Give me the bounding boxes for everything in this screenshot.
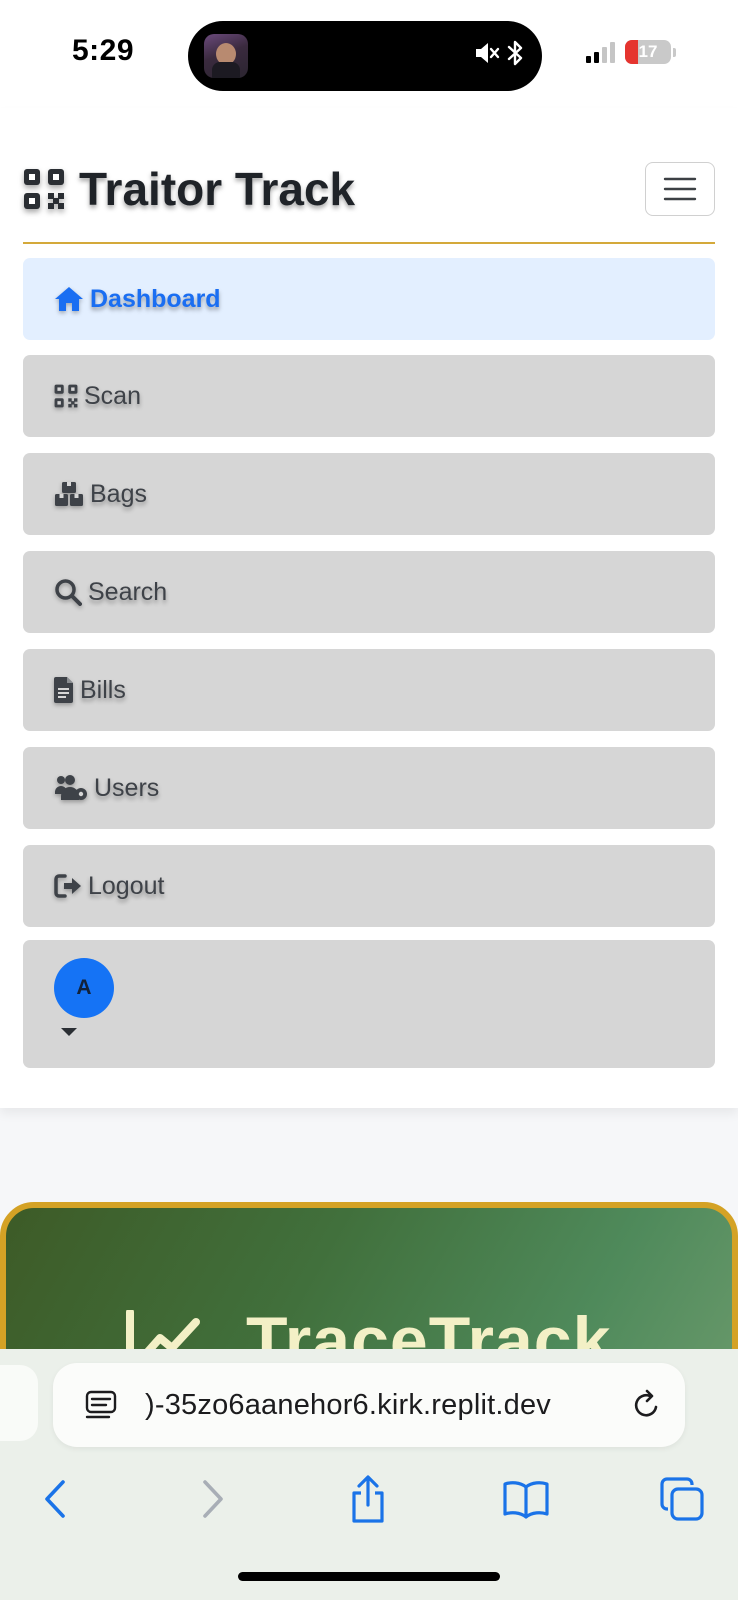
brand-link[interactable]: Traitor Track — [23, 162, 355, 216]
status-bar: 5:29 17 — [0, 0, 738, 108]
page-menu-icon[interactable] — [85, 1389, 117, 1421]
status-time: 5:29 — [72, 34, 135, 67]
tabs-icon — [660, 1477, 704, 1521]
reload-icon[interactable] — [631, 1389, 661, 1421]
mute-icon — [476, 43, 500, 63]
dynamic-island-icons — [474, 39, 524, 67]
file-invoice-icon — [54, 677, 73, 703]
address-bar[interactable]: )-35zo6aanehor6.kirk.replit.dev — [53, 1363, 685, 1447]
chevron-left-icon — [45, 1480, 65, 1518]
hamburger-icon — [663, 177, 697, 201]
forward-button[interactable] — [183, 1469, 243, 1529]
previous-tab-edge[interactable] — [0, 1365, 38, 1441]
qrcode-icon — [24, 169, 64, 209]
nav-label: Dashboard — [90, 284, 221, 313]
nav-label: Users — [94, 773, 160, 802]
browser-toolbar — [0, 1469, 738, 1529]
nav-item-bills[interactable]: Bills — [23, 649, 715, 731]
sign-out-icon — [54, 874, 81, 898]
nav-label: Search — [88, 577, 168, 606]
nav-item-bags[interactable]: Bags — [23, 453, 715, 535]
battery-tip — [673, 47, 676, 57]
nav-label: Bills — [80, 675, 126, 704]
battery-level: 17 — [638, 42, 658, 61]
home-icon — [55, 287, 83, 311]
back-button[interactable] — [25, 1469, 85, 1529]
nav-item-users[interactable]: Users — [23, 747, 715, 829]
user-menu[interactable]: A — [23, 940, 715, 1068]
nav-item-dashboard[interactable]: Dashboard — [23, 258, 715, 340]
qrcode-icon — [54, 384, 78, 408]
nav-item-search[interactable]: Search — [23, 551, 715, 633]
navbar-header: Traitor Track — [23, 148, 715, 244]
share-icon — [352, 1475, 384, 1523]
now-playing-artwork — [204, 34, 248, 78]
avatar-initial: A — [76, 976, 92, 999]
brand-name: Traitor Track — [79, 163, 356, 215]
status-indicators: 17 — [586, 40, 676, 64]
search-icon — [55, 579, 82, 606]
home-indicator[interactable] — [238, 1572, 500, 1581]
navbar: Traitor Track Dashboard Scan Bags Search… — [0, 108, 738, 1108]
browser-chrome: )-35zo6aanehor6.kirk.replit.dev — [0, 1349, 738, 1600]
nav-label: Logout — [88, 871, 165, 900]
chevron-right-icon — [203, 1480, 223, 1518]
signal-icon — [586, 41, 615, 63]
battery-icon: 17 — [625, 40, 671, 64]
bluetooth-icon — [507, 40, 523, 66]
navbar-toggle-button[interactable] — [645, 162, 715, 216]
nav-item-logout[interactable]: Logout — [23, 845, 715, 927]
nav-item-scan[interactable]: Scan — [23, 355, 715, 437]
avatar[interactable]: A — [54, 958, 114, 1018]
nav-label: Bags — [90, 479, 147, 508]
book-icon — [503, 1481, 549, 1519]
bookmarks-button[interactable] — [496, 1469, 556, 1529]
dynamic-island[interactable] — [188, 21, 542, 91]
nav-label: Scan — [84, 381, 141, 410]
share-button[interactable] — [338, 1469, 398, 1529]
users-cog-icon — [55, 775, 87, 800]
boxes-icon — [55, 482, 83, 506]
url-text: )-35zo6aanehor6.kirk.replit.dev — [145, 1389, 551, 1421]
chevron-down-icon[interactable] — [61, 1028, 77, 1036]
tabs-button[interactable] — [652, 1469, 712, 1529]
